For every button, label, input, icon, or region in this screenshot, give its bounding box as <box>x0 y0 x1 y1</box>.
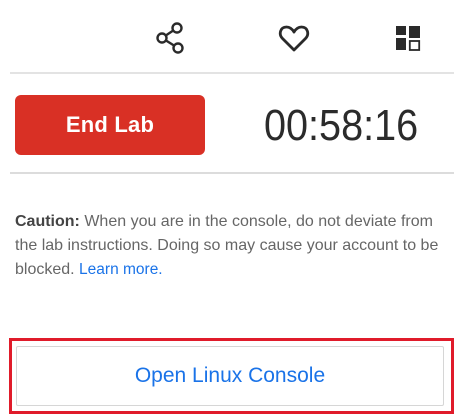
caution-label: Caution: <box>15 213 80 230</box>
lab-timer: 00:58:16 <box>264 101 419 150</box>
toolbar-divider <box>10 72 454 74</box>
lab-control-panel: End Lab 00:58:16 Caution: When you are i… <box>0 0 454 417</box>
learn-more-link[interactable]: Learn more. <box>79 261 163 278</box>
top-toolbar <box>0 0 454 72</box>
favorite-button[interactable] <box>276 20 312 56</box>
heart-icon <box>278 25 310 52</box>
timer-divider <box>10 172 454 174</box>
end-lab-button[interactable]: End Lab <box>15 95 205 155</box>
dashboard-button[interactable] <box>390 20 426 56</box>
open-linux-console-button[interactable]: Open Linux Console <box>16 346 444 406</box>
caution-message: Caution: When you are in the console, do… <box>15 210 445 282</box>
dashboard-icon <box>396 26 421 51</box>
share-button[interactable] <box>152 20 188 56</box>
share-icon <box>156 22 184 54</box>
